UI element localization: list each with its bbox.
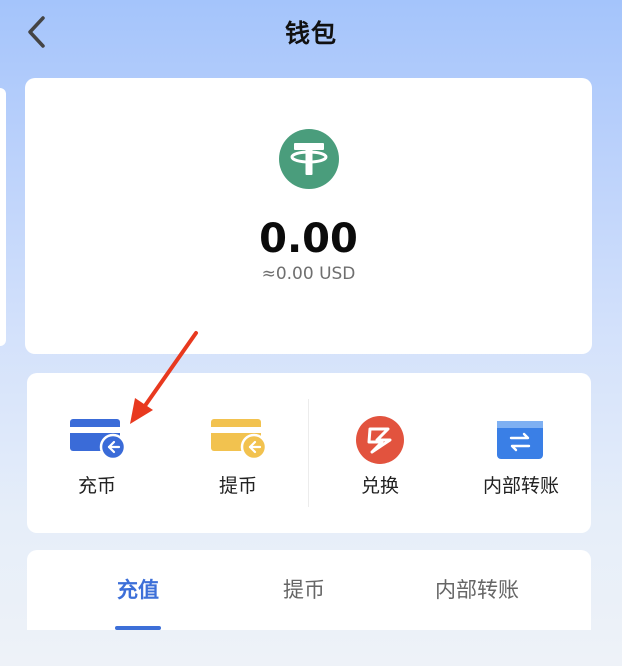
withdraw-card-icon xyxy=(211,419,268,461)
tabs-card: 充值 提币 内部转账 xyxy=(27,550,591,630)
withdraw-button[interactable]: 提币 xyxy=(168,373,308,533)
divider xyxy=(308,399,309,507)
deposit-label: 充币 xyxy=(77,475,116,497)
deposit-card-icon xyxy=(70,419,127,461)
tether-icon xyxy=(279,129,339,189)
internal-transfer-icon xyxy=(497,421,543,459)
balance-usd-equivalent: ≈0.00 USD xyxy=(261,264,356,284)
exchange-icon xyxy=(356,416,404,464)
internal-transfer-button[interactable]: 内部转账 xyxy=(451,373,591,533)
withdraw-label: 提币 xyxy=(218,475,257,497)
header: 钱包 xyxy=(0,0,622,66)
active-tab-indicator xyxy=(115,626,161,630)
balance-card: 0.00 ≈0.00 USD xyxy=(25,78,592,354)
tab-internal-transfer[interactable]: 内部转账 xyxy=(397,574,557,604)
balance-amount: 0.00 xyxy=(259,216,358,262)
exchange-button[interactable]: 兑换 xyxy=(310,373,450,533)
deposit-button[interactable]: 充币 xyxy=(27,373,167,533)
tab-deposit[interactable]: 充值 xyxy=(58,574,218,604)
tab-withdraw[interactable]: 提币 xyxy=(224,574,384,604)
actions-card: 充币 提币 兑换 内部转账 xyxy=(27,373,591,533)
page-title: 钱包 xyxy=(284,19,337,48)
internal-transfer-label: 内部转账 xyxy=(482,475,559,497)
exchange-label: 兑换 xyxy=(360,475,399,497)
side-card-edge xyxy=(0,88,6,346)
